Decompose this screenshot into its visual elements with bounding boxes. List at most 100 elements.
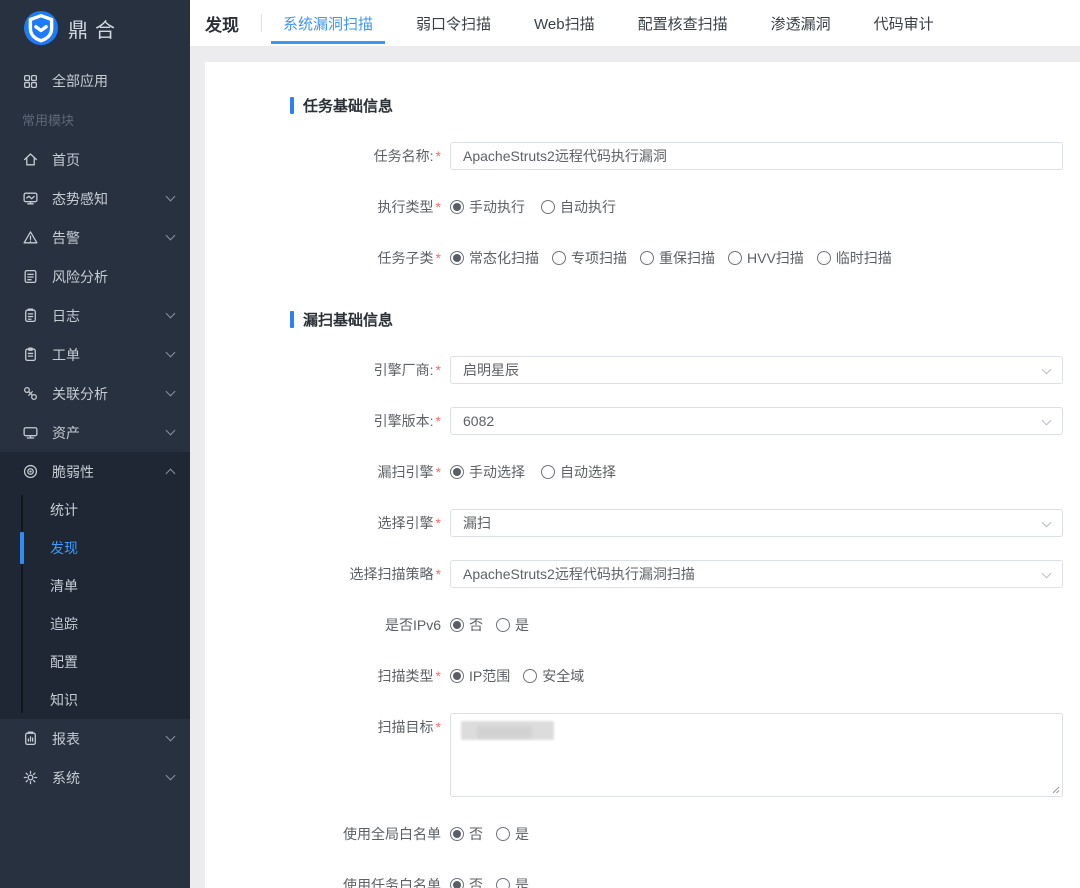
asset-monitor-icon [22,424,39,441]
radio-ip-range[interactable]: IP范围 [450,666,510,686]
sidebar-subitem-tracking[interactable]: 追踪 [0,605,190,643]
alert-triangle-icon [22,229,39,246]
task-name-input[interactable] [450,142,1063,170]
field-label: 漏扫引擎* [205,458,450,486]
sidebar-item-label: 告警 [52,228,167,248]
tab-weak-password-scan[interactable]: 弱口令扫描 [416,0,491,46]
radio-ipv6-no[interactable]: 否 [450,615,483,635]
tab-code-audit[interactable]: 代码审计 [874,0,934,46]
radio-icon[interactable] [450,669,464,683]
select-value: 6082 [463,413,494,429]
radio-auto-exec[interactable]: 自动执行 [541,197,616,217]
radio-icon[interactable] [728,251,742,265]
radio-icon[interactable] [496,618,510,632]
required-asterisk: * [436,668,441,684]
sidebar-item-vulnerability[interactable]: 脆弱性 [0,452,190,491]
engine-version-select[interactable]: 6082 [450,407,1063,435]
log-clipboard-icon [22,307,39,324]
radio-task-whitelist-yes[interactable]: 是 [496,875,529,888]
brand-logo[interactable]: 鼎合 [0,0,190,56]
radio-key-protect-scan[interactable]: 重保扫描 [640,248,715,268]
sidebar-item-label: 资产 [52,423,167,443]
radio-icon[interactable] [541,465,555,479]
radio-hvv-scan[interactable]: HVV扫描 [728,248,804,268]
sidebar-item-system[interactable]: 系统 [0,758,190,797]
engine-vendor-select[interactable]: 启明星辰 [450,356,1063,384]
row-engine-vendor: 引擎厂商:* 启明星辰 [205,356,1080,384]
radio-global-whitelist-no[interactable]: 否 [450,824,483,844]
chevron-down-icon [166,348,176,358]
radio-manual-exec[interactable]: 手动执行 [450,197,525,217]
sidebar-item-logs[interactable]: 日志 [0,296,190,335]
radio-icon[interactable] [450,251,464,265]
chevron-up-icon [166,469,176,479]
sidebar-item-all-apps[interactable]: 全部应用 [0,60,190,102]
radio-icon[interactable] [450,827,464,841]
tab-web-scan[interactable]: Web扫描 [534,0,595,46]
sidebar-item-label: 工单 [52,345,167,365]
sidebar-item-label: 首页 [52,150,174,170]
required-asterisk: * [436,464,441,480]
radio-icon[interactable] [552,251,566,265]
page-title: 发现 [205,11,239,36]
required-asterisk: * [436,250,441,266]
radio-icon[interactable] [450,618,464,632]
radio-icon[interactable] [541,200,555,214]
radio-icon[interactable] [640,251,654,265]
scan-target-textarea[interactable] [450,713,1063,797]
radio-routine-scan[interactable]: 常态化扫描 [450,248,539,268]
row-task-whitelist: 使用任务白名单 否 是 [205,871,1080,888]
sidebar-item-alerts[interactable]: 告警 [0,218,190,257]
link-analysis-icon [22,385,39,402]
sidebar-item-correlation[interactable]: 关联分析 [0,374,190,413]
tab-system-vuln-scan[interactable]: 系统漏洞扫描 [283,0,373,46]
radio-icon[interactable] [450,878,464,888]
sidebar-subitem-config[interactable]: 配置 [0,643,190,681]
radio-manual-select[interactable]: 手动选择 [450,462,525,482]
redacted-content [477,726,532,738]
sidebar-item-tickets[interactable]: 工单 [0,335,190,374]
radio-auto-select[interactable]: 自动选择 [541,462,616,482]
brand-name: 鼎合 [68,14,122,43]
sidebar-item-situation[interactable]: 态势感知 [0,179,190,218]
sidebar-item-label: 系统 [52,768,167,788]
title-divider [261,14,262,32]
row-ipv6: 是否IPv6 否 是 [205,611,1080,639]
tab-config-check-scan[interactable]: 配置核查扫描 [638,0,728,46]
sidebar-subitem-discovery[interactable]: 发现 [0,529,190,567]
radio-temp-scan[interactable]: 临时扫描 [817,248,892,268]
scan-policy-select[interactable]: ApacheStruts2远程代码执行漏洞扫描 [450,560,1063,588]
radio-special-scan[interactable]: 专项扫描 [552,248,627,268]
row-global-whitelist: 使用全局白名单 否 是 [205,820,1080,848]
required-asterisk: * [436,362,441,378]
resize-handle-icon[interactable] [1050,784,1060,794]
sidebar-group-vulnerability: 脆弱性 统计 发现 清单 追踪 配置 知识 [0,452,190,719]
radio-icon[interactable] [523,669,537,683]
sidebar-item-reports[interactable]: 报表 [0,719,190,758]
sidebar-subitem-knowledge[interactable]: 知识 [0,681,190,719]
radio-icon[interactable] [496,878,510,888]
sidebar-item-risk-analysis[interactable]: 风险分析 [0,257,190,296]
sidebar-subitem-inventory[interactable]: 清单 [0,567,190,605]
chevron-down-icon [1042,416,1052,426]
radio-security-zone[interactable]: 安全域 [523,666,584,686]
radio-icon[interactable] [450,200,464,214]
sidebar-item-assets[interactable]: 资产 [0,413,190,452]
row-scan-type: 扫描类型* IP范围 安全域 [205,662,1080,690]
field-label: 引擎版本:* [205,407,450,435]
radio-ipv6-yes[interactable]: 是 [496,615,529,635]
sidebar-subitem-statistics[interactable]: 统计 [0,491,190,529]
field-label: 是否IPv6 [205,611,450,639]
radio-icon[interactable] [450,465,464,479]
radio-task-whitelist-no[interactable]: 否 [450,875,483,888]
risk-document-icon [22,268,39,285]
radio-icon[interactable] [496,827,510,841]
radio-icon[interactable] [817,251,831,265]
engine-select-dropdown[interactable]: 漏扫 [450,509,1063,537]
sidebar-item-home[interactable]: 首页 [0,140,190,179]
home-icon [22,151,39,168]
section-scan-basic-info: 漏扫基础信息 [290,309,1080,330]
radio-global-whitelist-yes[interactable]: 是 [496,824,529,844]
required-asterisk: * [436,515,441,531]
tab-penetration-vuln[interactable]: 渗透漏洞 [771,0,831,46]
